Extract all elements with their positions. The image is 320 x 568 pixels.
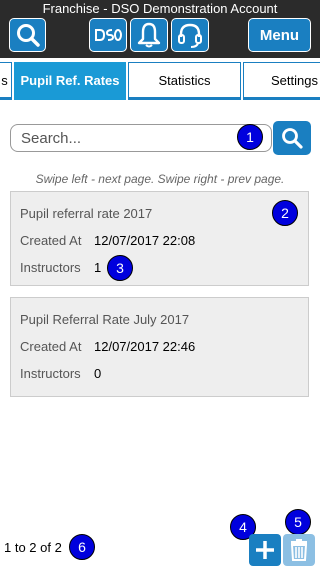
- plus-icon: [256, 541, 274, 559]
- tab-settings[interactable]: Settings: [243, 62, 320, 100]
- created-label: Created At: [20, 339, 82, 354]
- notifications-button[interactable]: [130, 18, 168, 52]
- header-search-button[interactable]: [9, 18, 46, 52]
- dso-logo-icon: [95, 29, 122, 41]
- callout-marker: 6: [69, 534, 95, 560]
- tab-statistics[interactable]: Statistics: [128, 62, 241, 100]
- instructors-label: Instructors: [20, 366, 81, 381]
- swipe-hint: Swipe left - next page. Swipe right - pr…: [35, 172, 285, 186]
- search-icon: [16, 24, 40, 47]
- top-bar: Franchise - DSO Demonstration Account Me…: [0, 0, 320, 58]
- record-title: Pupil referral rate 2017: [20, 206, 153, 221]
- callout-marker: 3: [107, 255, 133, 281]
- dso-logo-button[interactable]: [89, 18, 127, 52]
- tab-bar: s Pupil Ref. Rates Statistics Settings: [0, 62, 320, 100]
- created-value: 12/07/2017 22:08: [94, 233, 196, 248]
- instructors-value: 1: [94, 260, 102, 275]
- list-item[interactable]: Pupil Referral Rate July 2017 Created At…: [10, 297, 309, 397]
- search-input[interactable]: [10, 124, 272, 152]
- callout-marker: 5: [285, 509, 311, 535]
- created-value: 12/07/2017 22:46: [94, 339, 196, 354]
- delete-button[interactable]: [283, 534, 315, 566]
- tab-pupil-ref-rates[interactable]: Pupil Ref. Rates: [14, 62, 126, 100]
- search-button[interactable]: [273, 121, 311, 155]
- list-item[interactable]: Pupil referral rate 2017 Created At 12/0…: [10, 191, 309, 286]
- add-button[interactable]: [249, 534, 281, 566]
- record-title: Pupil Referral Rate July 2017: [20, 312, 190, 327]
- created-label: Created At: [20, 233, 82, 248]
- instructors-value: 0: [94, 366, 102, 381]
- callout-marker: 2: [272, 200, 298, 226]
- headset-icon: [178, 23, 202, 48]
- tab-partial[interactable]: s: [0, 62, 12, 100]
- paging-info: 1 to 2 of 2: [4, 540, 62, 555]
- support-button[interactable]: [171, 18, 209, 52]
- instructors-label: Instructors: [20, 260, 81, 275]
- bell-icon: [137, 22, 161, 48]
- callout-marker: 1: [237, 124, 263, 150]
- search-icon: [282, 128, 303, 149]
- trash-icon: [290, 539, 308, 561]
- menu-button[interactable]: Menu: [248, 18, 311, 52]
- app-title: Franchise - DSO Demonstration Account: [42, 1, 278, 16]
